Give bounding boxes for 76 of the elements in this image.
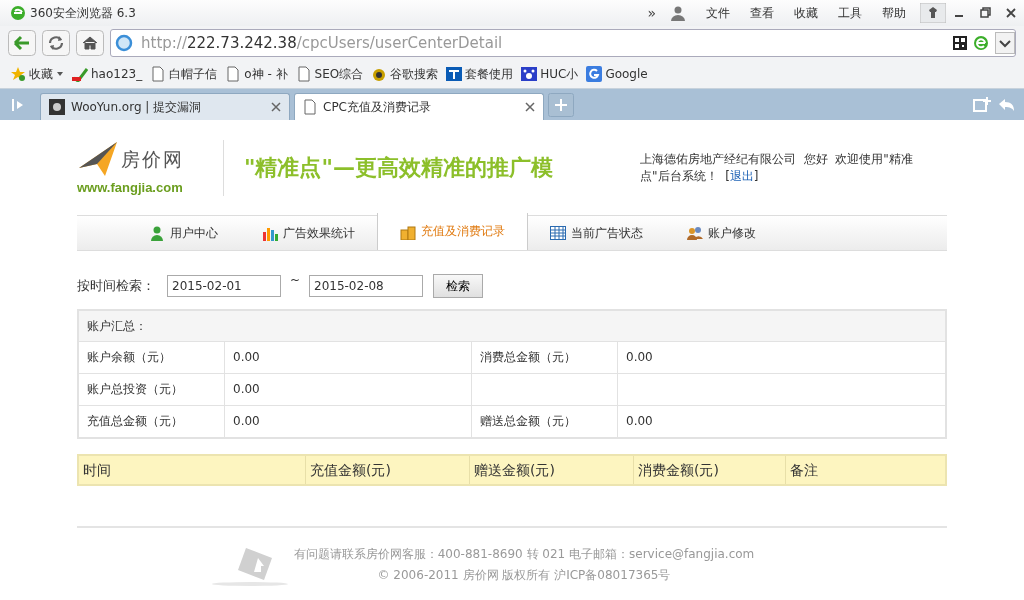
copyright-text: © 2006-2011 房价网 版权所有 沪ICP备08017365号 <box>376 567 672 584</box>
bookmark-item[interactable]: 白帽子信 <box>150 65 218 83</box>
star-icon <box>10 66 26 82</box>
menu-item[interactable]: 查看 <box>750 4 774 22</box>
column-header: 充值金额(元) <box>306 456 470 484</box>
end-date-field[interactable]: 2015-02-08 <box>309 275 423 297</box>
bar-chart-icon <box>262 225 278 241</box>
table-cell: 0.00 <box>225 406 472 437</box>
table-cell-text: 0.00 <box>625 413 654 430</box>
caret-icon <box>56 70 64 78</box>
slogan-text: "精准点"—更高效精准的推广模 <box>244 153 554 182</box>
nav-tab[interactable]: 当前广告状态 <box>528 216 665 250</box>
summary-title: 账户汇总： <box>79 311 945 342</box>
favicon-icon <box>49 99 65 115</box>
browser-logo-icon <box>10 5 26 21</box>
qr-code-icon[interactable] <box>953 36 967 50</box>
people-icon <box>687 225 703 241</box>
bookmark-item[interactable]: o神 - 补 <box>225 65 288 83</box>
bookmark-item[interactable]: SEO综合 <box>295 65 364 83</box>
range-separator: ~ <box>288 273 302 287</box>
contact-text: 有问题请联系房价网客服：400-881-8690 转 021 电子邮箱：service@fangjia.com <box>293 546 755 563</box>
row-label: 赠送总金额（元） <box>472 406 618 437</box>
more-chevron[interactable]: » <box>647 5 656 21</box>
search-label: 按时间检索： <box>77 277 156 295</box>
bookmark-item[interactable]: HUC小 <box>521 65 579 83</box>
start-date-field[interactable]: 2015-02-01 <box>167 275 281 297</box>
dropdown-caret-icon[interactable] <box>995 32 1015 54</box>
menu-item[interactable]: 收藏 <box>794 4 818 22</box>
row-label: 充值总金额（元） <box>79 406 225 437</box>
page-icon <box>150 66 167 82</box>
close-icon[interactable] <box>525 102 535 112</box>
bookmark-item[interactable]: 收藏 <box>10 65 64 83</box>
nav-tab[interactable]: 广告效果统计 <box>240 216 377 250</box>
bookmark-item[interactable]: Google <box>586 66 648 82</box>
bookmark-item[interactable]: 谷歌搜索 <box>371 65 439 83</box>
logo-domain: www.fangjia.com <box>77 179 184 195</box>
menu-item[interactable]: 帮助 <box>882 4 906 22</box>
bookmark-item[interactable]: hao123_ <box>72 66 143 82</box>
table-icon <box>550 225 566 241</box>
globe-icon <box>115 34 133 52</box>
row-label: 账户余额（元） <box>79 342 225 373</box>
url-text: http://222.73.242.38/cpcUsers/userCenterDetail <box>141 34 504 52</box>
refresh-icon[interactable] <box>42 30 70 56</box>
column-header: 备注 <box>789 461 819 480</box>
page-icon <box>295 66 312 82</box>
g-letter-icon <box>586 66 603 82</box>
column-header: 消费金额(元) <box>634 456 786 484</box>
coins-icon <box>400 223 416 240</box>
menu-item[interactable]: 文件 <box>706 4 730 22</box>
table-cell: 0.00 <box>225 342 472 373</box>
page-icon <box>303 99 317 115</box>
person-icon <box>149 225 165 241</box>
column-header: 时间 <box>79 456 306 484</box>
row-label: 账户总投资（元） <box>79 374 225 405</box>
nav-tab[interactable]: 账户修改 <box>665 216 778 250</box>
welcome-text: 上海德佑房地产经纪有限公司 您好 欢迎使用"精准点"后台系统！ [退出] <box>640 150 914 185</box>
logout-link[interactable]: 退出 <box>729 168 754 183</box>
home-icon[interactable] <box>76 30 104 56</box>
checkmark-icon <box>72 66 88 82</box>
nav-tab[interactable]: 用户中心 <box>127 216 240 250</box>
address-bar[interactable]: http://222.73.242.38/cpcUsers/userCenterDetail <box>110 29 1016 57</box>
table-cell-text: 0.00 <box>625 349 654 366</box>
search-button[interactable]: 检索 <box>433 274 483 298</box>
row-label: 消费总金额（元） <box>472 342 618 373</box>
column-header: 赠送金额(元) <box>470 456 634 484</box>
window-title: 360安全浏览器 6.3 <box>30 4 136 22</box>
browser-tab[interactable]: CPC充值及消费记录 <box>294 93 544 120</box>
page-icon <box>225 66 242 82</box>
bookmark-item[interactable]: 套餐使用 <box>446 65 514 83</box>
close-icon[interactable] <box>271 102 281 112</box>
table-cell: 0.00 <box>225 374 472 405</box>
menu-item[interactable]: 工具 <box>838 4 862 22</box>
user-icon[interactable] <box>670 5 686 21</box>
browser-e-icon[interactable] <box>973 35 989 51</box>
logo-text: 房价网 <box>121 146 184 172</box>
browser-tab[interactable]: WooYun.org | 提交漏洞 <box>40 93 290 120</box>
